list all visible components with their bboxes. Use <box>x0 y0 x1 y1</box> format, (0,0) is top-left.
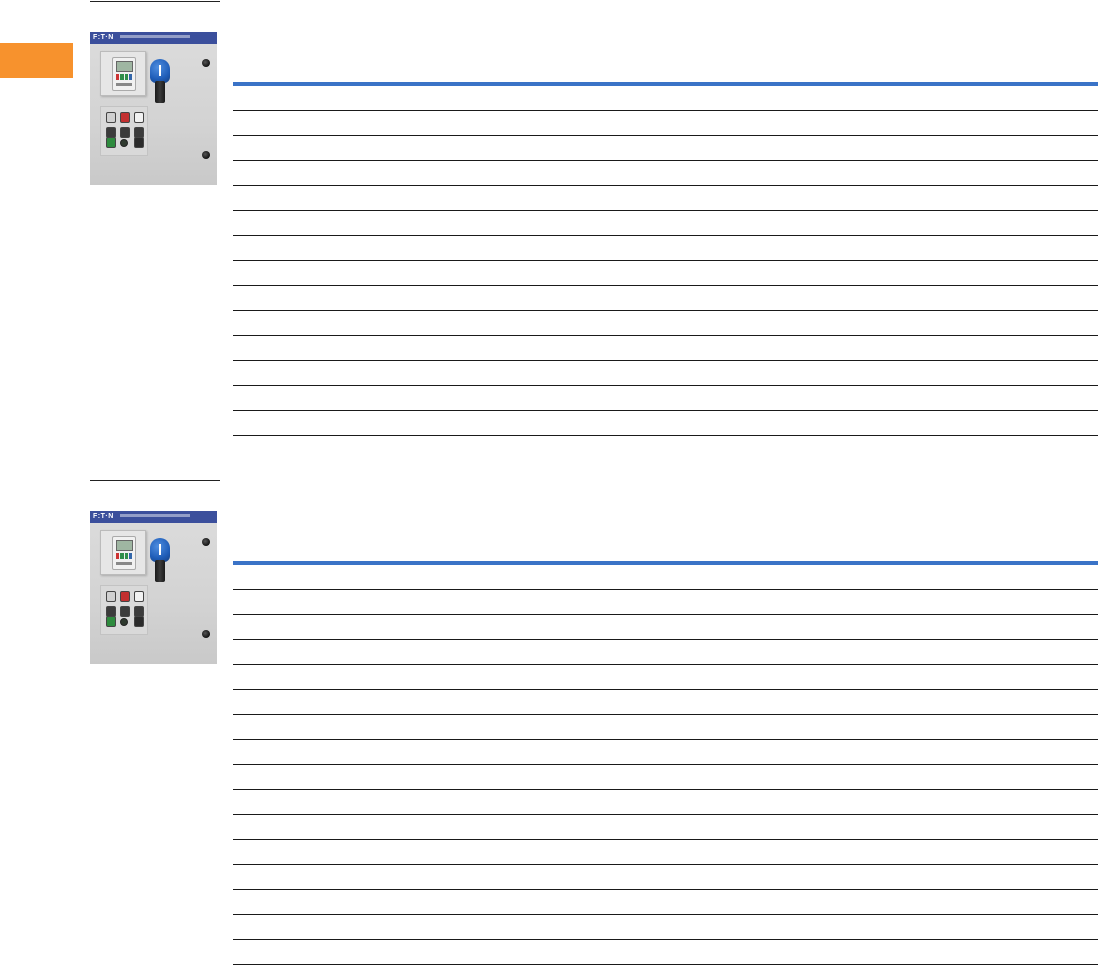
switch-handle <box>155 560 165 582</box>
disconnect-switch <box>150 59 170 103</box>
table-row <box>233 336 1098 361</box>
brand-logo: F:T·N <box>93 513 114 520</box>
green-pushbutton-icon <box>106 137 116 148</box>
controller-foot <box>116 562 132 565</box>
pushbutton-icon <box>120 127 130 138</box>
black-pushbutton-icon <box>134 616 144 627</box>
panel-subtitle-strip <box>120 514 190 517</box>
table-row <box>233 765 1098 790</box>
black-pushbutton-icon <box>134 137 144 148</box>
table-row <box>233 565 1098 590</box>
table-row <box>233 186 1098 211</box>
spec-table <box>233 82 1098 436</box>
controller-unit <box>100 51 146 96</box>
controller-display <box>116 61 133 72</box>
table-row <box>233 311 1098 336</box>
controller-keypad <box>116 553 132 559</box>
green-pushbutton-icon <box>106 616 116 627</box>
table-row <box>233 690 1098 715</box>
table-row <box>233 790 1098 815</box>
table-row <box>233 915 1098 940</box>
controller-body <box>112 536 136 570</box>
table-row <box>233 361 1098 386</box>
table-row <box>233 940 1098 965</box>
screw-icon <box>202 151 210 159</box>
controller-body <box>112 57 136 91</box>
pilot-light-icon <box>106 112 116 123</box>
controller-unit <box>100 530 146 575</box>
section-tab-marker <box>0 43 73 78</box>
switch-handle <box>155 81 165 103</box>
controller-keypad <box>116 74 132 80</box>
disconnect-switch <box>150 538 170 582</box>
screw-icon <box>202 630 210 638</box>
table-row <box>233 865 1098 890</box>
table-row <box>233 161 1098 186</box>
table-row <box>233 665 1098 690</box>
pilot-light-icon <box>106 591 116 602</box>
table-row <box>233 815 1098 840</box>
table-row <box>233 286 1098 311</box>
controller-display <box>116 540 133 551</box>
indicator-icon <box>120 618 128 626</box>
table-row <box>233 715 1098 740</box>
pushbutton-plate <box>100 585 148 635</box>
table-row <box>233 840 1098 865</box>
switch-knob <box>150 59 170 83</box>
brand-logo: F:T·N <box>93 34 114 41</box>
switch-knob <box>150 538 170 562</box>
table-row <box>233 261 1098 286</box>
pushbutton-plate <box>100 106 148 156</box>
spec-table <box>233 561 1098 965</box>
screw-icon <box>202 59 210 67</box>
control-panel-photo: F:T·N <box>90 511 217 664</box>
table-row <box>233 211 1098 236</box>
red-pilot-light-icon <box>120 112 130 123</box>
table-row <box>233 890 1098 915</box>
table-row <box>233 136 1098 161</box>
white-pilot-light-icon <box>134 591 144 602</box>
panel-header-bar: F:T·N <box>90 511 217 523</box>
indicator-icon <box>120 139 128 147</box>
control-panel-photo: F:T·N <box>90 32 217 185</box>
table-row <box>233 640 1098 665</box>
panel-header-bar: F:T·N <box>90 32 217 44</box>
panel-subtitle-strip <box>120 35 190 38</box>
section-divider <box>90 1 220 2</box>
red-pilot-light-icon <box>120 591 130 602</box>
section-divider <box>90 480 220 481</box>
screw-icon <box>202 538 210 546</box>
pushbutton-icon <box>120 606 130 617</box>
table-row <box>233 615 1098 640</box>
table-row <box>233 386 1098 411</box>
controller-foot <box>116 83 132 86</box>
white-pilot-light-icon <box>134 112 144 123</box>
table-row <box>233 411 1098 436</box>
table-row <box>233 740 1098 765</box>
table-row <box>233 86 1098 111</box>
table-row <box>233 590 1098 615</box>
table-row <box>233 236 1098 261</box>
table-row <box>233 111 1098 136</box>
